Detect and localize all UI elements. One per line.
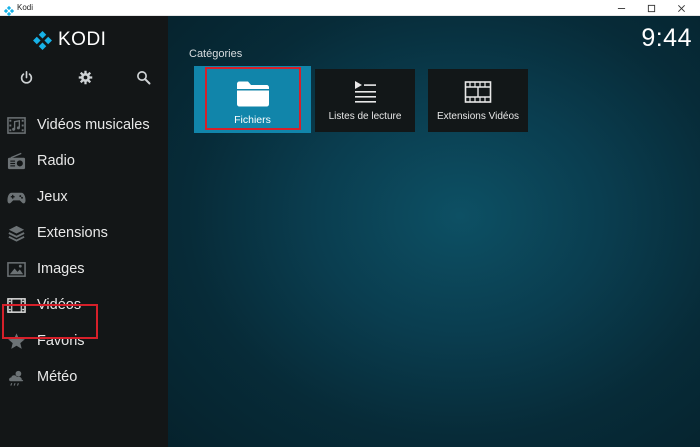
- sidebar-item-label: Vidéos: [37, 297, 82, 313]
- sidebar-item-label: Vidéos musicales: [37, 117, 150, 133]
- sidebar-item-label: Jeux: [37, 189, 68, 205]
- maximize-icon: [647, 4, 655, 12]
- close-button[interactable]: [666, 0, 696, 16]
- music-video-icon: [6, 115, 26, 135]
- tile-label: Extensions Vidéos: [436, 111, 520, 122]
- minimize-button[interactable]: [606, 0, 636, 16]
- sidebar-item-videos[interactable]: Vidéos: [0, 288, 168, 322]
- power-button[interactable]: [17, 68, 35, 86]
- sidebar-item-music-videos[interactable]: Vidéos musicales: [0, 108, 168, 142]
- sidebar: KODI Vidéos musicales Radio Jeux Extensi…: [0, 16, 168, 447]
- sidebar-item-label: Radio: [37, 153, 75, 169]
- tile-label: Listes de lecture: [328, 111, 402, 122]
- gamepad-icon: [6, 187, 26, 207]
- logo-text: KODI: [58, 29, 107, 50]
- sidebar-item-label: Favoris: [37, 333, 85, 349]
- maximize-button[interactable]: [636, 0, 666, 16]
- sidebar-item-pictures[interactable]: Images: [0, 252, 168, 286]
- sidebar-item-radio[interactable]: Radio: [0, 144, 168, 178]
- tile-video-addons[interactable]: Extensions Vidéos: [428, 69, 528, 132]
- kodi-logo-icon: [3, 3, 15, 17]
- window-title: Kodi: [17, 3, 34, 12]
- star-icon: [6, 331, 26, 351]
- sidebar-item-games[interactable]: Jeux: [0, 180, 168, 214]
- section-title: Catégories: [189, 48, 243, 60]
- sidebar-item-label: Météo: [37, 369, 78, 385]
- weather-icon: [6, 367, 26, 387]
- sidebar-item-weather[interactable]: Météo: [0, 360, 168, 394]
- window-titlebar: Kodi: [0, 0, 700, 17]
- clock: 9:44: [641, 24, 692, 52]
- sidebar-item-favourites[interactable]: Favoris: [0, 324, 168, 358]
- folder-icon: [194, 78, 311, 108]
- playlist-icon: [315, 78, 415, 106]
- tile-files[interactable]: Fichiers: [194, 66, 311, 133]
- search-button[interactable]: [134, 68, 152, 86]
- kodi-logo: KODI: [33, 30, 106, 50]
- kodi-logo-icon: [33, 30, 52, 50]
- kodi-app: KODI Vidéos musicales Radio Jeux Extensi…: [0, 16, 700, 447]
- picture-icon: [6, 259, 26, 279]
- gear-icon: [78, 70, 92, 84]
- minimize-icon: [617, 7, 625, 9]
- sidebar-item-addons[interactable]: Extensions: [0, 216, 168, 250]
- settings-button[interactable]: [76, 68, 94, 86]
- sidebar-item-label: Extensions: [37, 225, 108, 241]
- film-strip-icon: [428, 78, 528, 106]
- addons-box-icon: [6, 223, 26, 243]
- tile-playlists[interactable]: Listes de lecture: [315, 69, 415, 132]
- radio-icon: [6, 151, 26, 171]
- power-icon: [20, 70, 32, 84]
- film-icon: [6, 295, 26, 315]
- search-icon: [136, 70, 150, 84]
- tile-label: Fichiers: [234, 114, 271, 126]
- close-icon: [677, 4, 685, 12]
- sidebar-item-label: Images: [37, 261, 85, 277]
- system-buttons: [0, 68, 168, 88]
